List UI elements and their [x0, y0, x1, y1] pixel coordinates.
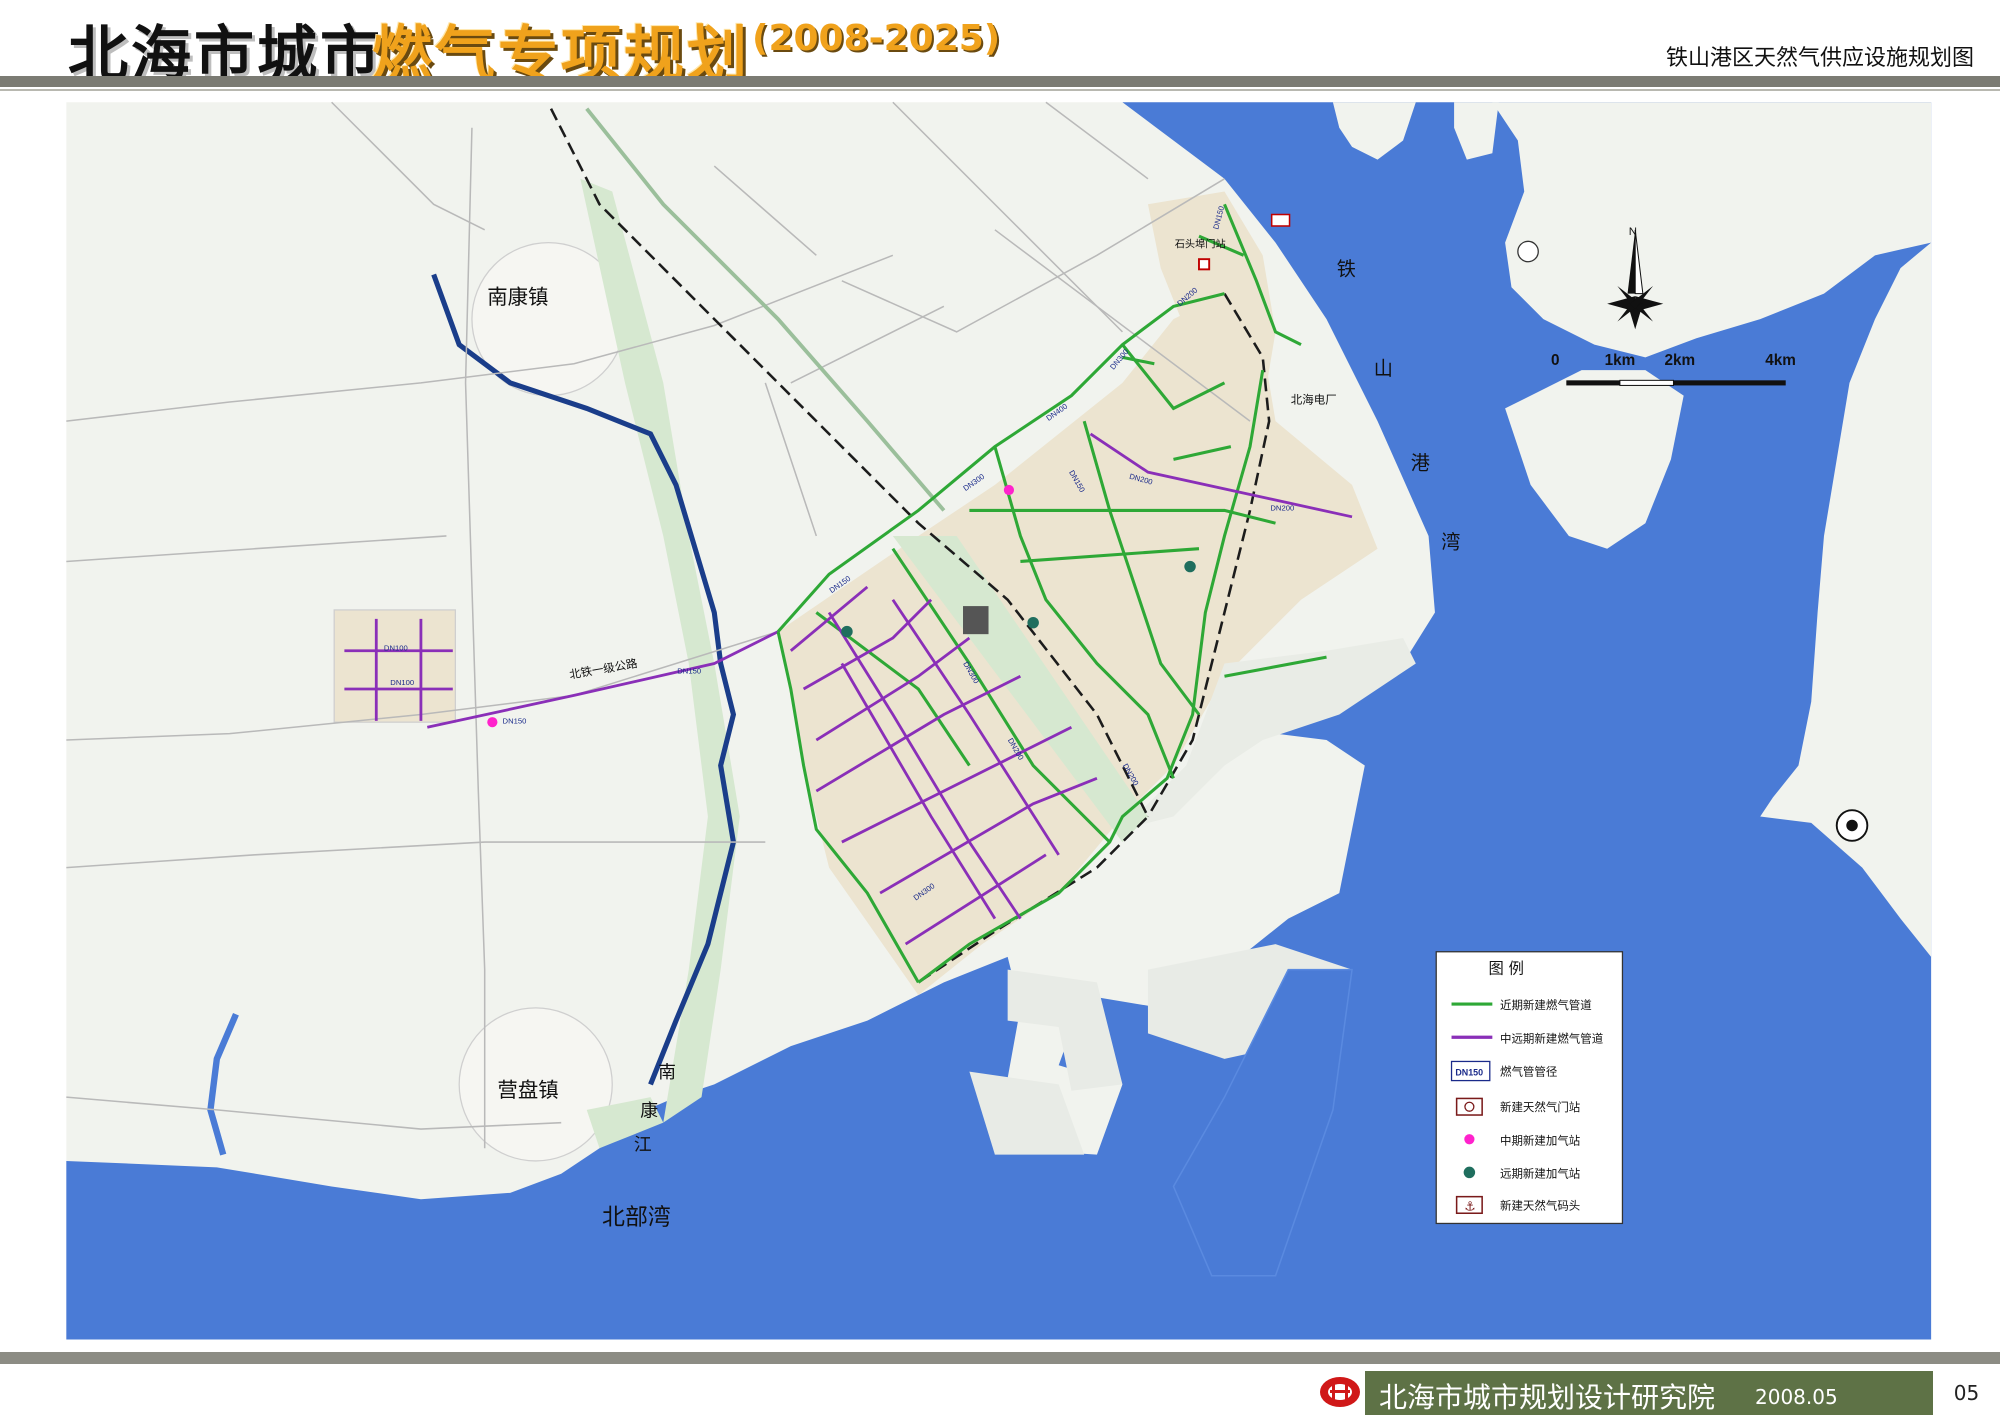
tieshan-bay-char-4: 湾 [1441, 531, 1460, 554]
nankang-river-char-3: 江 [634, 1135, 652, 1156]
power-plant-label: 北海电厂 [1291, 392, 1337, 406]
tieshan-bay-char-2: 山 [1374, 357, 1393, 380]
station-block [963, 606, 989, 635]
map-sheet: N 0 1km 2km 4km 南康镇 营盘镇 北部湾 南 康 江 铁 山 港 … [0, 0, 2000, 1415]
institute-logo-icon [1320, 1377, 1360, 1407]
plan-date: 2008.05 [1755, 1385, 1838, 1409]
magenta-station-1 [1003, 484, 1015, 496]
legend-label-lng-terminal: 新建天然气码头 [1500, 1198, 1580, 1212]
west-industrial-block [333, 609, 456, 723]
pipe-label: DN150 [677, 667, 701, 676]
map-canvas: N 0 1km 2km 4km 南康镇 营盘镇 北部湾 南 康 江 铁 山 港 … [66, 101, 1932, 1340]
scale-label-1km: 1km [1605, 352, 1636, 369]
header-divider [0, 76, 2000, 87]
yingpan-town-label: 营盘镇 [497, 1078, 558, 1102]
institute-name: 北海市城市规划设计研究院 [1379, 1381, 1716, 1414]
pipe-label: DN100 [390, 678, 414, 687]
teal-station-2 [1027, 616, 1039, 629]
header: 北海市城市 燃气专项规划 (2008-2025) 铁山港区天然气供应设施规划图 [0, 0, 2000, 90]
lighthouse-icon [1517, 240, 1539, 263]
pipe-label: DN100 [384, 644, 408, 653]
legend-box [1435, 951, 1624, 1225]
sheet-title: 铁山港区天然气供应设施规划图 [1665, 46, 1974, 71]
pipe-label: DN200 [1270, 503, 1294, 512]
legend-label-long-term-station: 远期新建加气站 [1500, 1167, 1581, 1181]
footer-bar: 北海市城市规划设计研究院 2008.05 [1365, 1371, 1931, 1415]
svg-text:⚓: ⚓ [1464, 1200, 1475, 1215]
nankang-town-label: 南康镇 [487, 285, 548, 309]
scale-label-0: 0 [1551, 352, 1560, 369]
legend-label-diameter: 燃气管管径 [1500, 1064, 1557, 1078]
compass-n-label: N [1629, 226, 1637, 238]
nankang-river-char-2: 康 [640, 1100, 658, 1121]
tieshan-bay-char-3: 港 [1411, 452, 1430, 475]
page-number: 05 [1931, 1371, 2000, 1415]
scale-label-2km: 2km [1665, 352, 1696, 369]
legend-diameter-tag-text: DN150 [1455, 1067, 1483, 1077]
legend-label-mid-term-station: 中期新建加气站 [1500, 1133, 1581, 1147]
scale-label-4km: 4km [1765, 352, 1796, 369]
navigation-mark-dot [1846, 819, 1858, 832]
teal-station-3 [1184, 560, 1196, 573]
legend-label-gate-station: 新建天然气门站 [1500, 1100, 1581, 1114]
lng-terminal-icon [1270, 213, 1291, 227]
header-divider-thin [0, 89, 2000, 91]
pipe-label: DN150 [503, 716, 527, 725]
tieshan-bay-char-1: 铁 [1337, 258, 1356, 281]
beibu-gulf-label: 北部湾 [602, 1205, 671, 1231]
legend-teal-dot-icon [1463, 1166, 1476, 1179]
legend-label-long-term: 中远期新建燃气管道 [1500, 1031, 1604, 1045]
legend: 图 例 近期新建燃气管道 中远期新建燃气管道 DN150 燃气管管径 新建天然气… [1435, 951, 1624, 1225]
legend-gate-station-icon [1455, 1097, 1483, 1116]
teal-station-1 [841, 625, 853, 638]
title-years: (2008-2025) [752, 18, 1001, 59]
legend-label-near-term: 近期新建燃气管道 [1500, 998, 1592, 1012]
nankang-river-char-1: 南 [658, 1062, 676, 1083]
footer-divider [0, 1352, 2000, 1364]
legend-title: 图 例 [1489, 959, 1524, 977]
scale-bar [1566, 379, 1786, 386]
legend-magenta-dot-icon [1464, 1134, 1475, 1145]
magenta-station-2 [487, 717, 498, 728]
shitoubu-station-label: 石头埠门站 [1175, 238, 1226, 251]
gate-station-icon [1198, 258, 1211, 271]
